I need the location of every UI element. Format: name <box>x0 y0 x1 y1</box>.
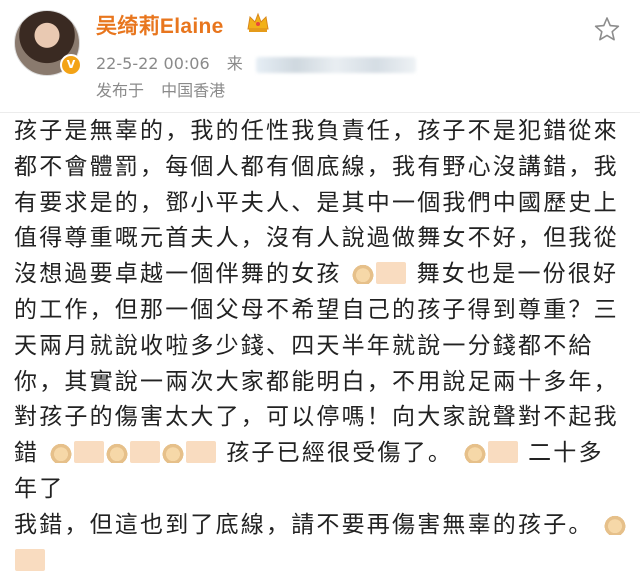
post-location: 发布于 中国香港 <box>96 77 237 101</box>
text-segment: 舞女也是一份很好 <box>416 261 619 288</box>
crown-icon <box>247 12 269 32</box>
post-content: 孩子是無辜的，我的任性我負責任，孩子不是犯錯從來 都不會體罰，每個人都有個底線，… <box>14 114 628 579</box>
text-line: 天兩月就說收啦多少錢、四天半年就說一分錢都不給 <box>14 332 594 359</box>
text-line: 錯 孩子已經很受傷了。 二十多年了 <box>14 436 628 508</box>
divider <box>0 112 640 113</box>
folded-hands-emoji-icon <box>604 512 627 535</box>
folded-hands-emoji-icon <box>161 441 184 464</box>
blurred-source <box>255 56 416 73</box>
post-meta: 22-5-22 00:06 来 <box>96 50 416 74</box>
text-line: 我錯，但這也到了底線，請不要再傷害無辜的孩子。 <box>14 508 628 544</box>
skin-tone-icon <box>376 262 407 285</box>
verified-badge-icon: V <box>60 54 82 76</box>
text-line: 沒想過要卓越一個伴舞的女孩 舞女也是一份很好 <box>14 257 628 293</box>
folded-hands-emoji-icon <box>105 441 128 464</box>
text-line: 孩子是無辜的，我的任性我負責任，孩子不是犯錯從來 <box>14 118 619 144</box>
star-icon[interactable] <box>594 16 620 42</box>
username[interactable]: 吴绮莉Elaine <box>96 10 224 40</box>
text-line: 你，其實說一兩次大家都能明白，不用說足兩十多年， <box>14 368 619 395</box>
text-line <box>14 544 628 579</box>
folded-hands-emoji-icon <box>352 262 375 285</box>
skin-tone-icon <box>487 441 518 464</box>
text-line: 對孩子的傷害太大了，可以停嗎！向大家說聲對不起我 <box>14 404 619 431</box>
source-prefix: 来 <box>226 54 243 73</box>
text-segment: 孩子已經很受傷了。 <box>226 440 454 467</box>
text-line: 值得尊重嘅元首夫人，沒有人說過做舞女不好，但我從 <box>14 225 619 252</box>
folded-hands-emoji-icon <box>463 441 486 464</box>
skin-tone-icon <box>15 548 45 571</box>
skin-tone-icon <box>73 441 104 464</box>
post-header: V 吴绮莉Elaine 22-5-22 00:06 来 发布于 中国香港 <box>0 0 640 112</box>
skin-tone-icon <box>129 441 160 464</box>
folded-hands-emoji-icon <box>49 441 72 464</box>
text-segment: 我錯，但這也到了底線，請不要再傷害無辜的孩子。 <box>14 511 594 538</box>
text-line: 的工作，但那一個父母不希望自己的孩子得到尊重？三 <box>14 296 619 323</box>
location-value: 中国香港 <box>161 81 226 100</box>
skin-tone-icon <box>185 441 216 464</box>
location-prefix: 发布于 <box>96 81 145 100</box>
text-line: 有要求是的，鄧小平夫人、是其中一個我們中國歷史上 <box>14 189 619 216</box>
post-date: 22-5-22 00:06 <box>96 54 210 73</box>
text-segment: 錯 <box>14 440 40 467</box>
text-segment: 沒想過要卓越一個伴舞的女孩 <box>14 261 342 288</box>
text-line: 都不會體罰，每個人都有個底線，我有野心沒講錯，我 <box>14 153 619 180</box>
